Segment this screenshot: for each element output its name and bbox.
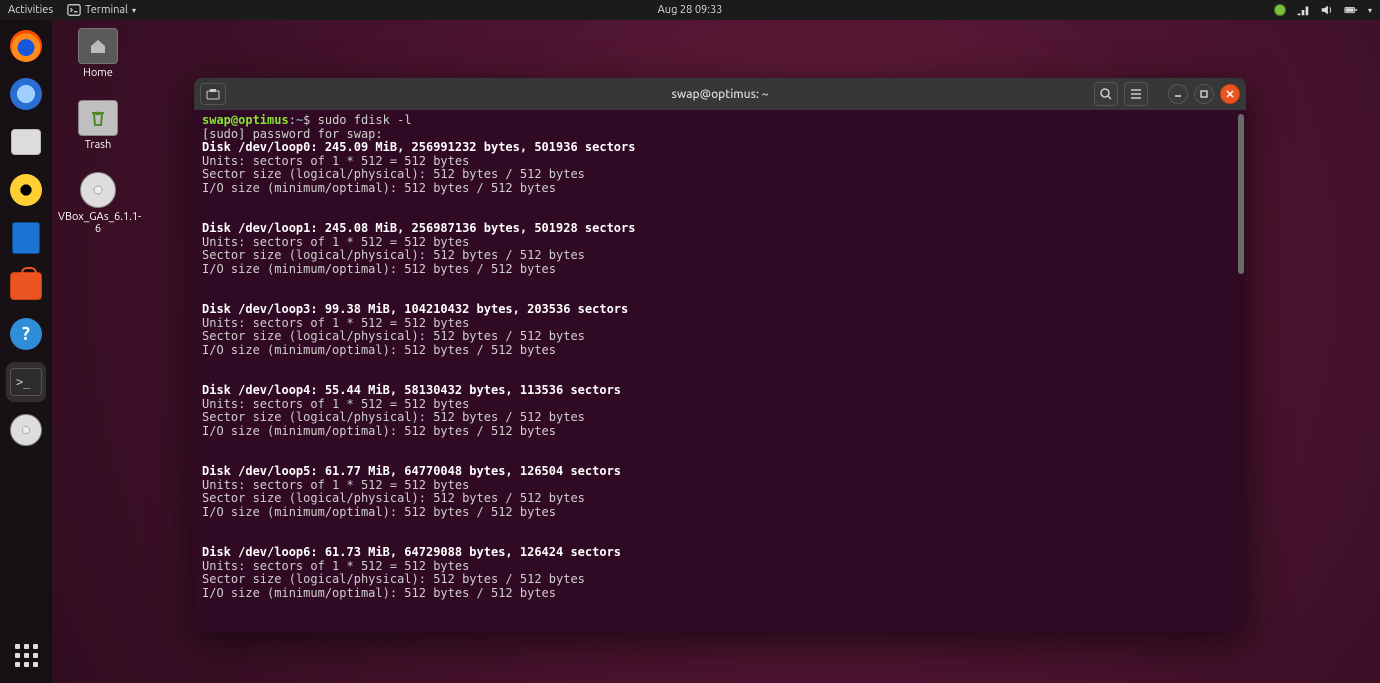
- dock-rhythmbox[interactable]: [6, 170, 46, 210]
- dock-help[interactable]: ?: [6, 314, 46, 354]
- apps-grid-icon: [15, 644, 38, 667]
- search-button[interactable]: [1094, 82, 1118, 106]
- terminal-line: Units: sectors of 1 * 512 = 512 bytes: [202, 398, 1232, 412]
- top-bar: Activities Terminal ▾ Aug 28 09:33 ▾: [0, 0, 1380, 20]
- software-icon: [10, 272, 42, 300]
- terminal-icon: [67, 3, 81, 17]
- desktop-icon-home[interactable]: Home: [58, 28, 138, 79]
- update-available-icon[interactable]: [1274, 4, 1286, 16]
- search-icon: [1099, 87, 1113, 101]
- dock-software[interactable]: [6, 266, 46, 306]
- desktop-icon-trash[interactable]: Trash: [58, 100, 138, 151]
- terminal-line: I/O size (minimum/optimal): 512 bytes / …: [202, 344, 1232, 358]
- terminal-line: I/O size (minimum/optimal): 512 bytes / …: [202, 263, 1232, 277]
- desktop-icon-label: VBox_GAs_6.1.1-6: [58, 211, 138, 235]
- chevron-down-icon: ▾: [132, 6, 136, 15]
- terminal-line: I/O size (minimum/optimal): 512 bytes / …: [202, 425, 1232, 439]
- terminal-body[interactable]: swap@optimus:~$ sudo fdisk -l [sudo] pas…: [194, 110, 1246, 632]
- terminal-line: Sector size (logical/physical): 512 byte…: [202, 249, 1232, 263]
- terminal-line: Units: sectors of 1 * 512 = 512 bytes: [202, 479, 1232, 493]
- trash-icon: [78, 100, 118, 136]
- new-tab-button[interactable]: [200, 83, 226, 105]
- firefox-icon: [10, 30, 42, 62]
- home-folder-icon: [78, 28, 118, 64]
- terminal-line: Sector size (logical/physical): 512 byte…: [202, 573, 1232, 587]
- desktop-icon-label: Home: [58, 67, 138, 79]
- dock-firefox[interactable]: [6, 26, 46, 66]
- disk-header: Disk /dev/loop4: 55.44 MiB, 58130432 byt…: [202, 384, 1232, 398]
- files-icon: [11, 129, 41, 155]
- terminal-line: Sector size (logical/physical): 512 byte…: [202, 411, 1232, 425]
- battery-icon[interactable]: [1344, 3, 1358, 17]
- thunderbird-icon: [10, 78, 42, 110]
- terminal-line: Units: sectors of 1 * 512 = 512 bytes: [202, 560, 1232, 574]
- dock-thunderbird[interactable]: [6, 74, 46, 114]
- system-menu-chevron-icon[interactable]: ▾: [1368, 6, 1372, 15]
- hamburger-icon: [1129, 87, 1143, 101]
- dock-terminal[interactable]: >_: [6, 362, 46, 402]
- close-icon: [1225, 89, 1235, 99]
- disk-header: Disk /dev/loop3: 99.38 MiB, 104210432 by…: [202, 303, 1232, 317]
- maximize-icon: [1199, 89, 1209, 99]
- terminal-line: [sudo] password for swap:: [202, 128, 1232, 142]
- terminal-line: Units: sectors of 1 * 512 = 512 bytes: [202, 317, 1232, 331]
- activities-button[interactable]: Activities: [8, 4, 53, 16]
- dock-writer[interactable]: [6, 218, 46, 258]
- menu-button[interactable]: [1124, 82, 1148, 106]
- close-button[interactable]: [1220, 84, 1240, 104]
- terminal-line: Sector size (logical/physical): 512 byte…: [202, 168, 1232, 182]
- terminal-line: Sector size (logical/physical): 512 byte…: [202, 330, 1232, 344]
- maximize-button[interactable]: [1194, 84, 1214, 104]
- writer-icon: [12, 222, 40, 254]
- dock-disks[interactable]: [6, 410, 46, 450]
- window-title: swap@optimus: ~: [672, 88, 769, 101]
- dock-files[interactable]: [6, 122, 46, 162]
- disk-header: Disk /dev/loop6: 61.73 MiB, 64729088 byt…: [202, 546, 1232, 560]
- cd-icon: [80, 172, 116, 208]
- desktop-icon-label: Trash: [58, 139, 138, 151]
- terminal-line: Units: sectors of 1 * 512 = 512 bytes: [202, 155, 1232, 169]
- dock-show-applications[interactable]: [6, 635, 46, 675]
- terminal-line: I/O size (minimum/optimal): 512 bytes / …: [202, 182, 1232, 196]
- disk-header: Disk /dev/loop1: 245.08 MiB, 256987136 b…: [202, 222, 1232, 236]
- new-tab-icon: [206, 88, 220, 100]
- terminal-line: I/O size (minimum/optimal): 512 bytes / …: [202, 506, 1232, 520]
- disk-header: Disk /dev/loop0: 245.09 MiB, 256991232 b…: [202, 141, 1232, 155]
- app-menu[interactable]: Terminal ▾: [67, 3, 136, 17]
- disk-header: Disk /dev/loop5: 61.77 MiB, 64770048 byt…: [202, 465, 1232, 479]
- scrollbar-thumb[interactable]: [1238, 114, 1244, 274]
- titlebar[interactable]: swap@optimus: ~: [194, 78, 1246, 110]
- disks-icon: [10, 414, 42, 446]
- minimize-button[interactable]: [1168, 84, 1188, 104]
- terminal-line: Units: sectors of 1 * 512 = 512 bytes: [202, 236, 1232, 250]
- network-icon[interactable]: [1296, 3, 1310, 17]
- terminal-window: swap@optimus: ~ swap@optimus:~$ sudo fdi…: [194, 78, 1246, 632]
- app-menu-label: Terminal: [85, 4, 128, 16]
- terminal-line: I/O size (minimum/optimal): 512 bytes / …: [202, 587, 1232, 601]
- terminal-line: swap@optimus:~$ sudo fdisk -l: [202, 114, 1232, 128]
- home-icon: [89, 38, 107, 54]
- volume-icon[interactable]: [1320, 3, 1334, 17]
- clock[interactable]: Aug 28 09:33: [658, 4, 723, 16]
- terminal-line: Sector size (logical/physical): 512 byte…: [202, 492, 1232, 506]
- desktop-icon-cd[interactable]: VBox_GAs_6.1.1-6: [58, 172, 138, 235]
- terminal-icon: >_: [10, 368, 42, 396]
- dock: ? >_: [0, 20, 52, 683]
- help-icon: ?: [10, 318, 42, 350]
- minimize-icon: [1173, 89, 1183, 99]
- rhythmbox-icon: [10, 174, 42, 206]
